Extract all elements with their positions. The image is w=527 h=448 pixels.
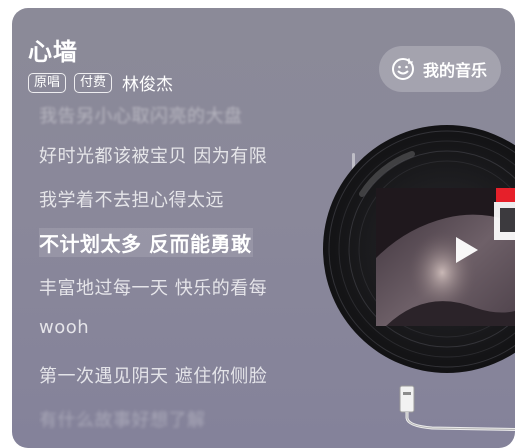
song-title: 心墙 — [28, 38, 78, 66]
lyric-line[interactable]: 好时光都该被宝贝 因为有限 — [39, 142, 267, 168]
lyric-line[interactable]: 丰富地过每一天 快乐的看每 — [39, 274, 267, 300]
artist-name[interactable]: 林俊杰 — [122, 70, 173, 95]
song-meta: 原唱 付费 林俊杰 — [28, 70, 173, 95]
tonearm — [399, 385, 515, 432]
lyric-line[interactable]: 第一次遇见阴天 遮住你侧脸 — [39, 362, 267, 388]
lyrics-list[interactable]: 我告另小心取闪亮的大盘 好时光都该被宝贝 因为有限 我学着不去担心得太远 不计划… — [39, 100, 339, 445]
my-music-label: 我的音乐 — [422, 61, 487, 80]
lyric-line-current[interactable]: 不计划太多 反而能勇敢 — [39, 228, 254, 257]
lyric-line[interactable]: 有什么故事好想了解 — [39, 406, 206, 432]
my-music-button[interactable]: 我的音乐 — [378, 46, 501, 92]
player-card: 心墙 原唱 付费 林俊杰 我的音乐 我告另小心取闪亮的大盘 好时光都该被宝贝 因… — [12, 8, 515, 448]
original-tag: 原唱 — [28, 72, 67, 93]
lyric-line[interactable]: wooh — [39, 317, 89, 338]
lyric-line[interactable]: 我告另小心取闪亮的大盘 — [39, 102, 243, 128]
smile-music-icon — [391, 58, 414, 80]
play-icon[interactable] — [450, 234, 482, 266]
lyric-line[interactable]: 我学着不去担心得太远 — [39, 186, 224, 212]
album-cover[interactable] — [376, 188, 515, 326]
paid-tag: 付费 — [74, 72, 113, 93]
